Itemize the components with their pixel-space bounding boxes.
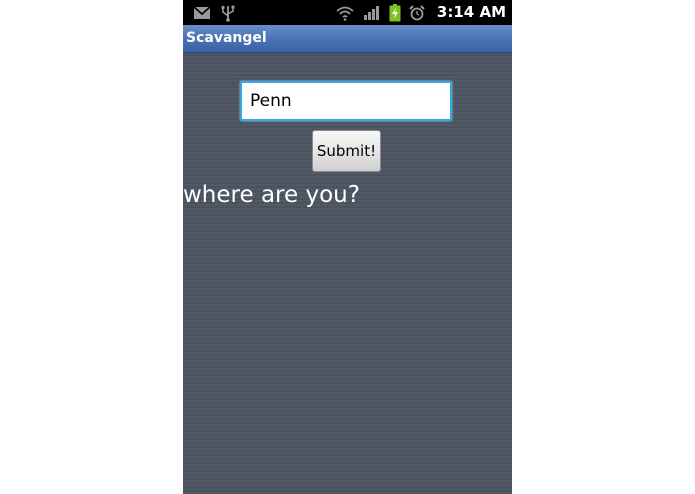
battery-icon: [389, 3, 401, 22]
status-bar-time: 3:14 AM: [436, 3, 506, 21]
usb-icon: [221, 4, 235, 22]
status-bar-system: 3:14 AM: [335, 3, 506, 22]
status-bar-notifications: [193, 4, 235, 22]
signal-icon: [363, 5, 381, 21]
wifi-icon: [335, 5, 355, 21]
app-title: Scavangel: [186, 30, 267, 46]
phone-screen: 3:14 AM Scavangel Submit! where are you?: [183, 0, 512, 494]
alarm-icon: [409, 4, 425, 21]
mail-icon: [193, 6, 211, 20]
status-bar: 3:14 AM: [183, 0, 512, 25]
title-bar: Scavangel: [183, 25, 512, 53]
prompt-text: where are you?: [183, 182, 360, 208]
location-input[interactable]: [240, 81, 452, 121]
submit-button[interactable]: Submit!: [312, 130, 381, 172]
